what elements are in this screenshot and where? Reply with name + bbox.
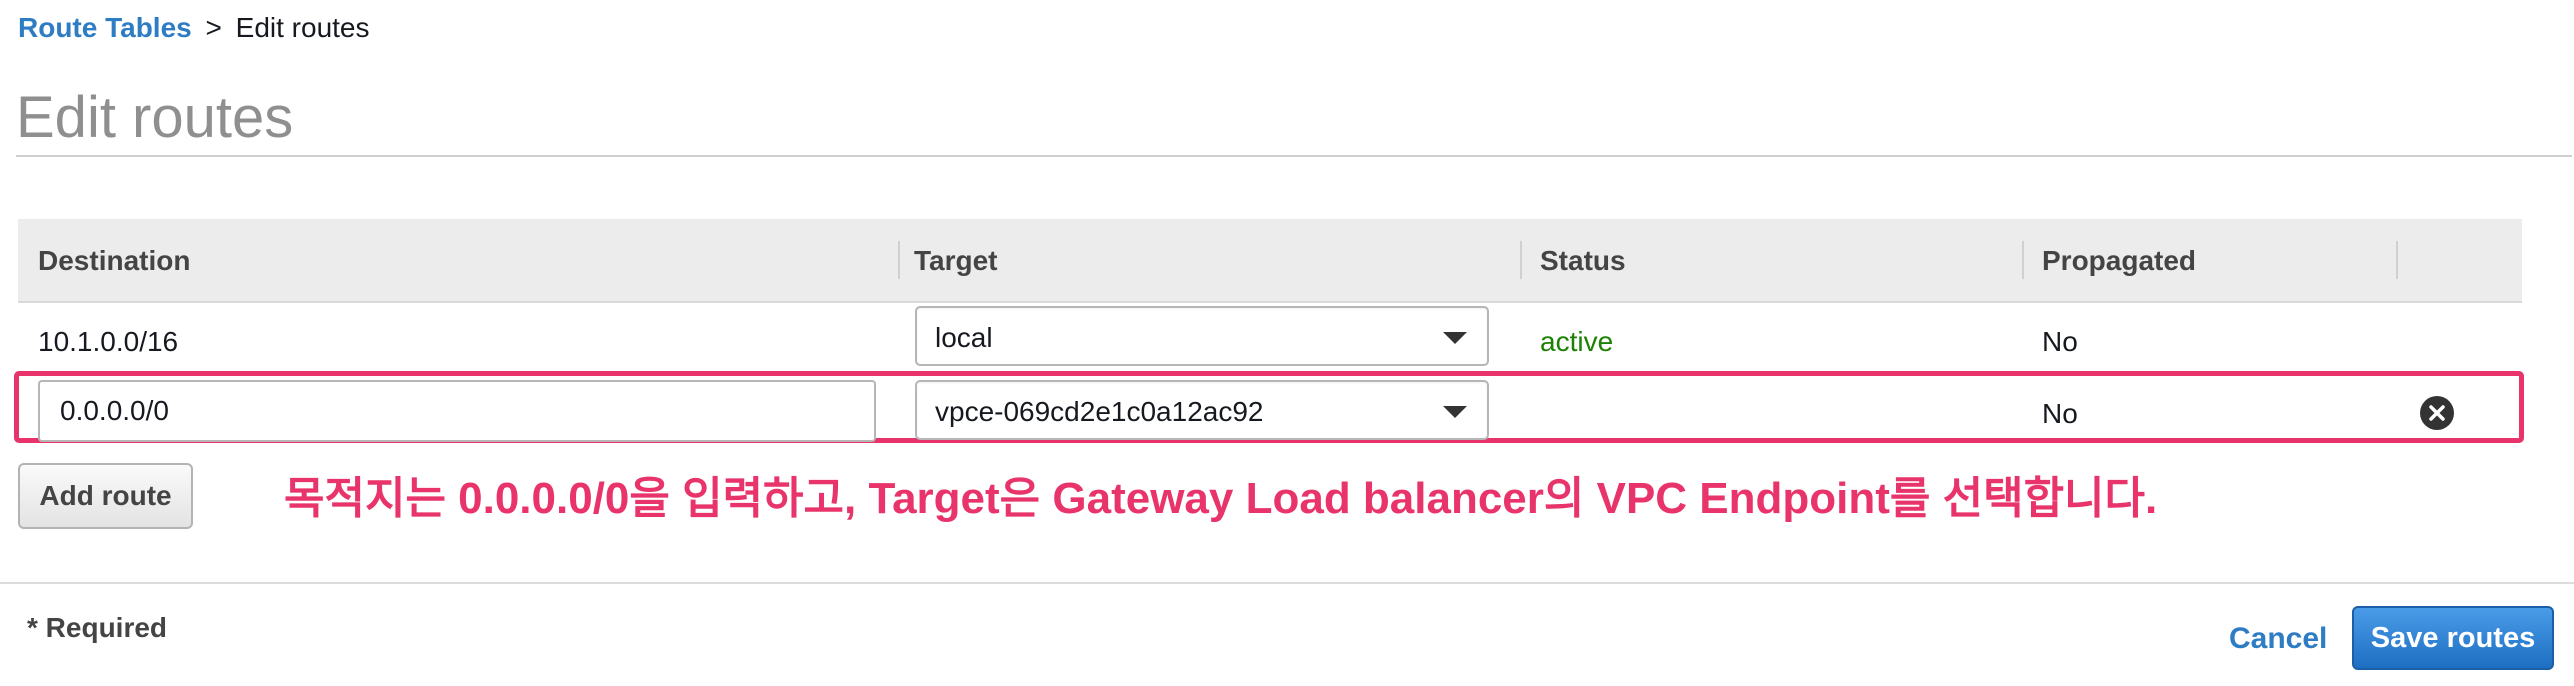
column-divider (2396, 241, 2398, 279)
destination-input[interactable] (38, 380, 876, 442)
target-select[interactable]: local (915, 306, 1489, 366)
row-propagated: No (2042, 326, 2078, 357)
breadcrumb: Route Tables > Edit routes (18, 12, 370, 44)
chevron-down-icon (1443, 332, 1467, 344)
header-status: Status (1540, 245, 1626, 276)
footer-divider (0, 582, 2574, 584)
remove-route-icon[interactable] (2420, 396, 2454, 430)
row-status: active (1540, 326, 1614, 357)
title-divider (16, 155, 2572, 157)
header-target: Target (914, 245, 998, 276)
breadcrumb-separator: > (205, 12, 222, 43)
breadcrumb-route-tables-link[interactable]: Route Tables (18, 12, 192, 43)
required-note: * Required (27, 612, 168, 643)
column-divider (898, 241, 900, 279)
chevron-down-icon (1443, 406, 1467, 418)
routes-table-header: Destination Target Status Propagated (18, 219, 2522, 303)
page-title: Edit routes (16, 85, 294, 150)
target-select-value: vpce-069cd2e1c0a12ac92 (935, 396, 1264, 427)
add-route-button[interactable]: Add route (18, 463, 193, 529)
cancel-button[interactable]: Cancel (2229, 622, 2327, 656)
row-destination: 10.1.0.0/16 (38, 326, 179, 357)
breadcrumb-current: Edit routes (235, 12, 370, 43)
row-propagated: No (2042, 398, 2078, 429)
target-select-value: local (935, 322, 993, 353)
header-propagated: Propagated (2042, 245, 2197, 276)
save-routes-button[interactable]: Save routes (2352, 606, 2554, 670)
header-destination: Destination (38, 245, 191, 276)
column-divider (1520, 241, 1522, 279)
annotation-text: 목적지는 0.0.0.0/0을 입력하고, Target은 Gateway Lo… (284, 474, 2158, 523)
target-select[interactable]: vpce-069cd2e1c0a12ac92 (915, 380, 1489, 440)
column-divider (2022, 241, 2024, 279)
